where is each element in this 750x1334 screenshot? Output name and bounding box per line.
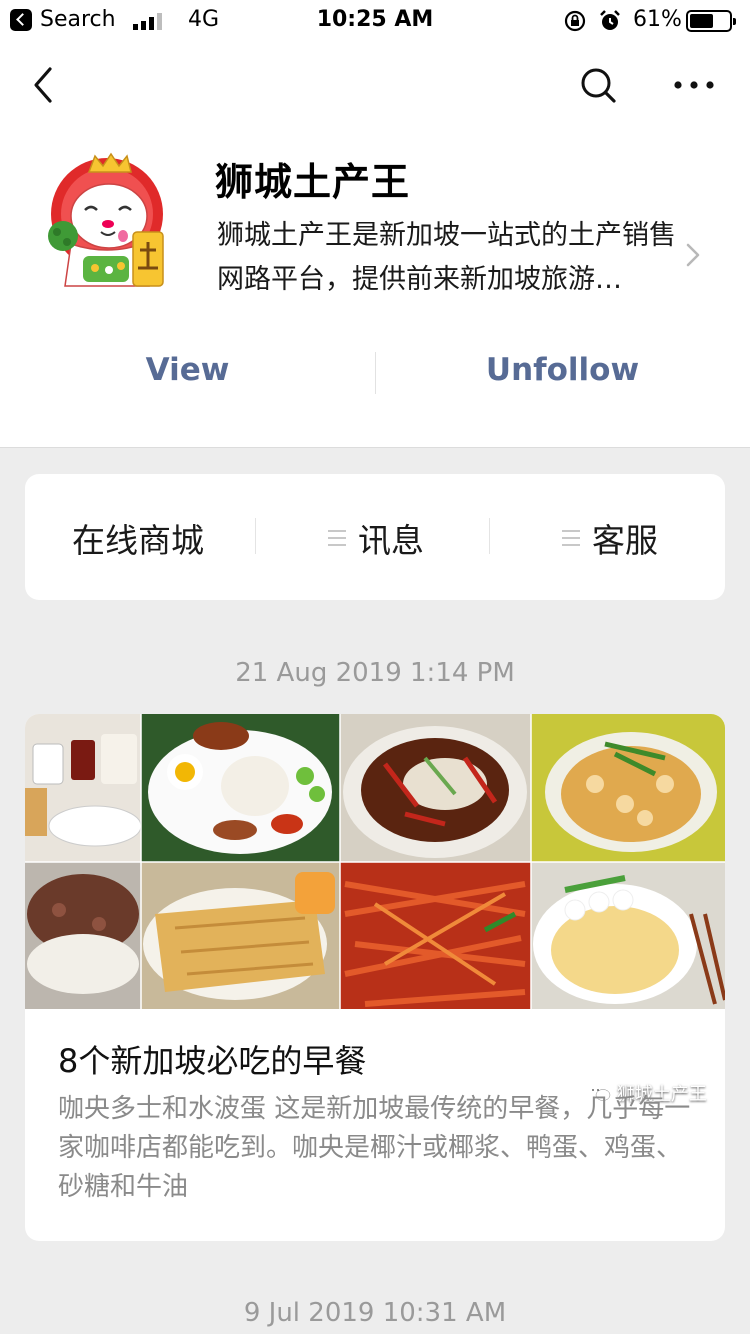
account-actions: View Unfollow bbox=[0, 352, 750, 394]
account-header: 狮城土产王 狮城土产王是新加坡一站式的土产销售网路平台，提供前来新加坡旅游… V… bbox=[0, 130, 750, 448]
menu-item-label: 在线商城 bbox=[72, 521, 204, 560]
back-icon[interactable] bbox=[30, 66, 60, 104]
search-icon[interactable] bbox=[578, 65, 618, 105]
article-title[interactable]: 8个新加坡必吃的早餐 bbox=[58, 1036, 366, 1082]
feed-timestamp: 9 Jul 2019 10:31 AM bbox=[243, 1298, 507, 1328]
more-icon[interactable] bbox=[670, 73, 718, 97]
battery-fill bbox=[690, 14, 713, 28]
view-button[interactable]: View bbox=[0, 352, 375, 388]
chevron-right-icon[interactable] bbox=[684, 242, 702, 268]
status-bar: Search 4G 10:25 AM 61% bbox=[0, 0, 750, 40]
account-name[interactable]: 狮城土产王 bbox=[215, 151, 410, 206]
account-menu: 在线商城 讯息 客服 bbox=[25, 474, 725, 600]
rotation-lock-icon bbox=[564, 10, 586, 32]
navigation-bar bbox=[0, 40, 750, 130]
article-summary[interactable]: 咖央多士和水波蛋 这是新加坡最传统的早餐，几乎每一家咖啡店都能吃到。咖央是椰汁或… bbox=[58, 1090, 698, 1207]
menu-item-shop[interactable]: 在线商城 bbox=[72, 514, 204, 562]
menu-list-icon bbox=[562, 530, 580, 546]
menu-item-label: 客服 bbox=[592, 521, 658, 560]
menu-list-icon bbox=[328, 530, 346, 546]
menu-divider bbox=[489, 518, 490, 554]
battery-icon bbox=[686, 10, 736, 32]
article-card[interactable]: 狮城土产王 8个新加坡必吃的早餐 咖央多士和水波蛋 这是新加坡最传统的早餐，几乎… bbox=[25, 714, 725, 1241]
menu-item-label: 讯息 bbox=[358, 521, 424, 560]
account-description[interactable]: 狮城土产王是新加坡一站式的土产销售网路平台，提供前来新加坡旅游… bbox=[217, 214, 679, 302]
unfollow-button[interactable]: Unfollow bbox=[375, 352, 750, 388]
menu-item-messages[interactable]: 讯息 bbox=[328, 514, 424, 562]
battery-percentage: 61% bbox=[633, 7, 682, 32]
menu-item-support[interactable]: 客服 bbox=[562, 514, 658, 562]
menu-divider bbox=[255, 518, 256, 554]
alarm-icon bbox=[600, 10, 620, 30]
account-avatar[interactable] bbox=[45, 152, 170, 290]
feed-timestamp: 21 Aug 2019 1:14 PM bbox=[235, 658, 515, 688]
